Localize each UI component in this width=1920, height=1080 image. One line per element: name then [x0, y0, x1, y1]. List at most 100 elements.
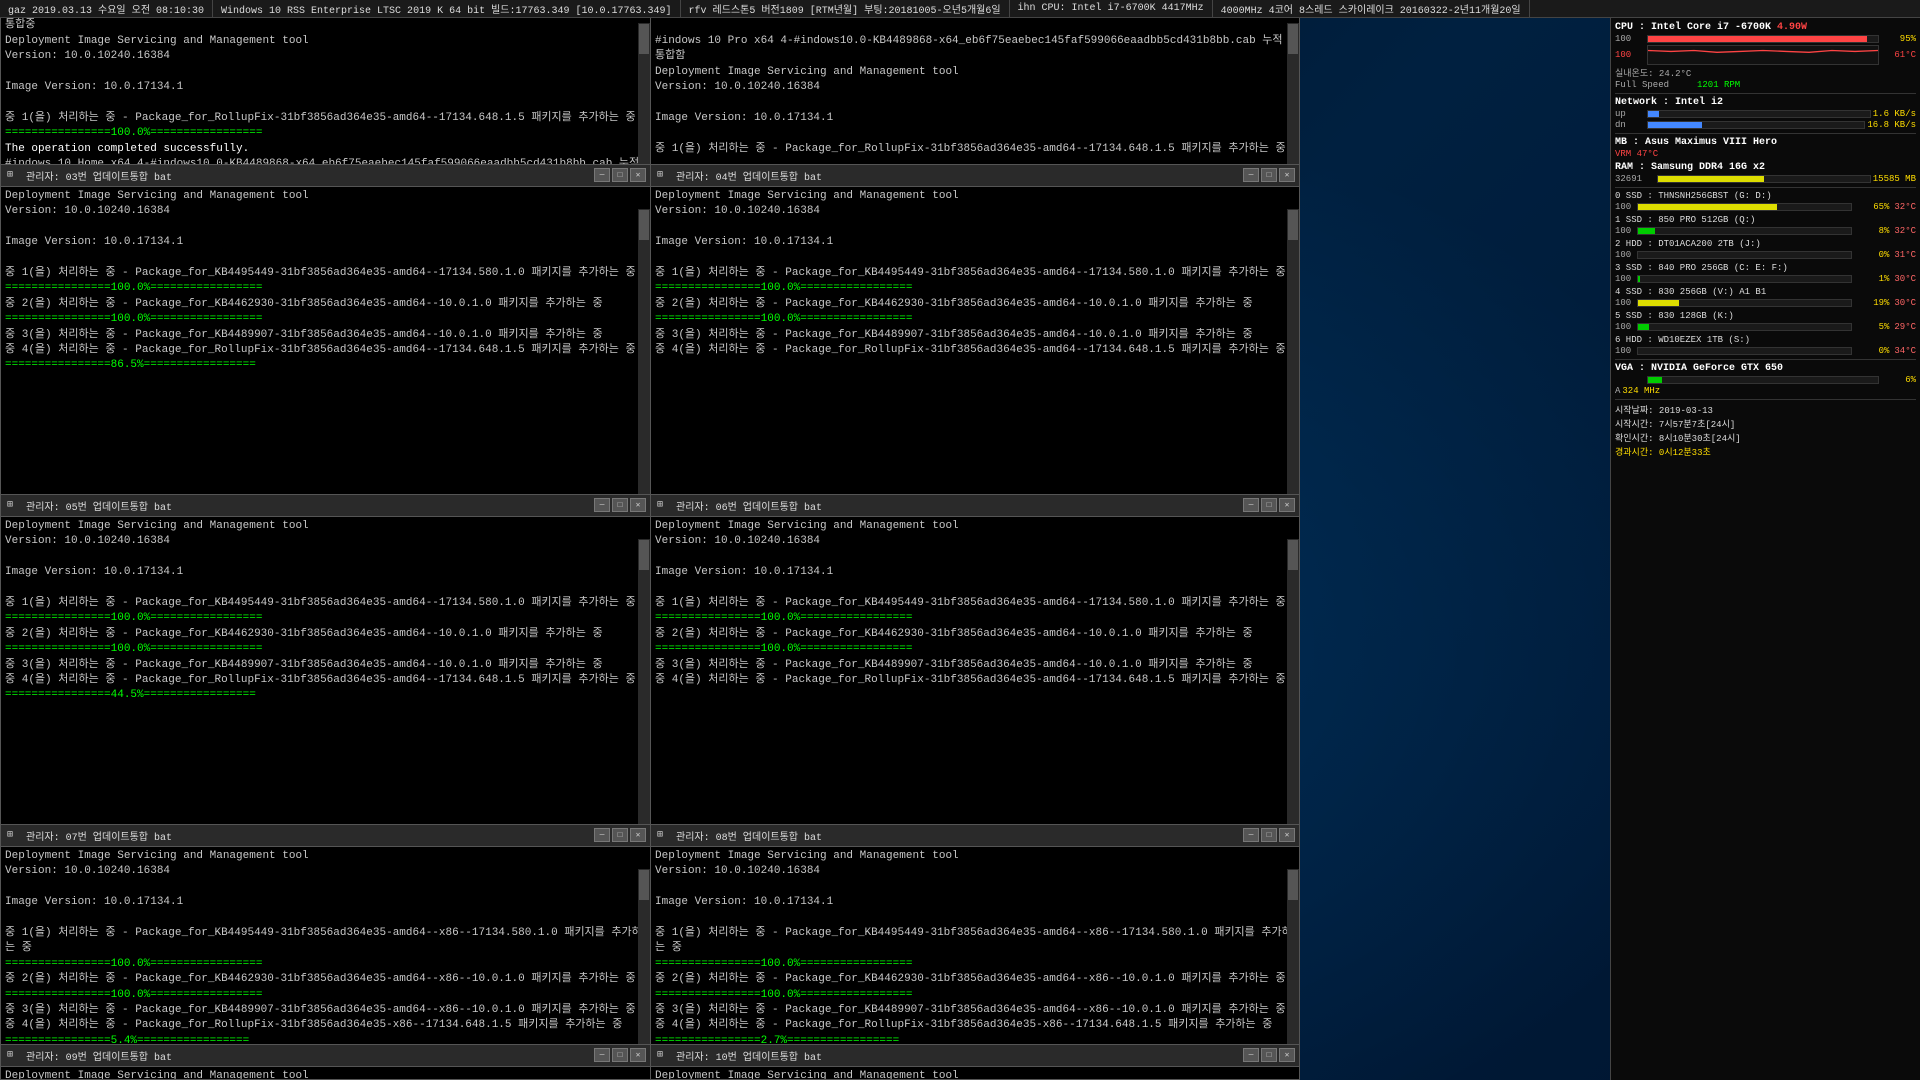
terminal-top-right: The operation completed successfully. #i… — [650, 0, 1300, 165]
close-btn-07[interactable]: ✕ — [630, 828, 646, 842]
net-up-bar — [1648, 111, 1659, 117]
net-down-value: 16.8 KB/s — [1867, 120, 1916, 130]
disk-0-label: 0 SSD : THNSNH256GBST (G: D:) — [1615, 191, 1916, 201]
t07-l6: ================100.0%================= — [5, 957, 646, 972]
maximize-btn-05[interactable]: □ — [612, 498, 628, 512]
scrollbar-05[interactable] — [638, 539, 650, 824]
cpu-temp-label: 100 — [1615, 50, 1645, 60]
disk-4-bar — [1638, 300, 1679, 306]
t07-l2 — [5, 880, 646, 895]
network-section: Network : Intel i2 up 1.6 KB/s dn 16.8 K… — [1615, 97, 1916, 130]
t06-l0: Deployment Image Servicing and Managemen… — [655, 519, 1295, 534]
t08-l8: ================100.0%================= — [655, 988, 1295, 1003]
close-btn-03[interactable]: ✕ — [630, 168, 646, 182]
disk-4-usage: 19% — [1854, 298, 1889, 308]
t07-l10: 중 4(을) 처리하는 중 - Package_for_RollupFix-31… — [5, 1018, 646, 1033]
minimize-btn-06[interactable]: ─ — [1243, 498, 1259, 512]
maximize-btn-08[interactable]: □ — [1261, 828, 1277, 842]
minimize-btn-04[interactable]: ─ — [1243, 168, 1259, 182]
t03-l1: Version: 10.0.10240.16384 — [5, 204, 646, 219]
vrm-row: VRM 47°C — [1615, 149, 1916, 159]
titlebar-03: ⊞ 관리자: 03번 업데이트통합 bat ─ □ ✕ — [1, 165, 650, 187]
disk-3-bar-c — [1637, 275, 1852, 283]
terminal-06: ⊞ 관리자: 06번 업데이트통합 bat ─ □ ✕ Deployment I… — [650, 495, 1300, 825]
term-tr-line1 — [655, 18, 1295, 33]
maximize-btn-03[interactable]: □ — [612, 168, 628, 182]
t08-l1: Version: 10.0.10240.16384 — [655, 864, 1295, 879]
minimize-btn-05[interactable]: ─ — [594, 498, 610, 512]
disk-4-label: 4 SSD : 830 256GB (V:) A1 B1 — [1615, 287, 1916, 297]
minimize-btn-08[interactable]: ─ — [1243, 828, 1259, 842]
t05-l5: 중 1(을) 처리하는 중 - Package_for_KB4495449-31… — [5, 596, 646, 611]
cpu-usage-bar — [1648, 36, 1867, 42]
cpu-usage-row: 100 95% — [1615, 34, 1916, 44]
cmd-icon-10: ⊞ — [657, 1049, 671, 1063]
taskbar-time: gaz 2019.03.13 수요일 오전 08:10:30 — [0, 0, 213, 17]
cpu-usage-value: 95% — [1881, 34, 1916, 44]
disk-5-bar-c — [1637, 323, 1852, 331]
disk-5-bar — [1638, 324, 1649, 330]
close-btn-06[interactable]: ✕ — [1279, 498, 1295, 512]
disk-3-row: 100 1% 30°C — [1615, 274, 1916, 284]
t04-l8: ================100.0%================= — [655, 312, 1295, 327]
close-btn-08[interactable]: ✕ — [1279, 828, 1295, 842]
t04-l9: 중 3(을) 처리하는 중 - Package_for_KB4489907-31… — [655, 328, 1295, 343]
divider-3 — [1615, 187, 1916, 188]
cpu-temp-row: 100 61°C — [1615, 45, 1916, 65]
maximize-btn-04[interactable]: □ — [1261, 168, 1277, 182]
maximize-btn-10[interactable]: □ — [1261, 1048, 1277, 1062]
scrollbar-03[interactable] — [638, 209, 650, 494]
term-tl-line9: #indows 10 Home x64 4-#indows10.0-KB4489… — [5, 157, 646, 164]
t08-l9: 중 3(을) 처리하는 중 - Package_for_KB4489907-31… — [655, 1003, 1295, 1018]
term-tl-line3 — [5, 65, 646, 80]
scrollbar-07[interactable] — [638, 869, 650, 1044]
disk-1-row: 100 8% 32°C — [1615, 226, 1916, 236]
minimize-btn-09[interactable]: ─ — [594, 1048, 610, 1062]
titlebar-buttons-09: ─ □ ✕ — [594, 1048, 646, 1062]
disk-2-temp: 31°C — [1894, 250, 1916, 260]
terminal-06-content: Deployment Image Servicing and Managemen… — [651, 517, 1299, 824]
minimize-btn-10[interactable]: ─ — [1243, 1048, 1259, 1062]
t08-l7: 중 2(을) 처리하는 중 - Package_for_KB4462930-31… — [655, 972, 1295, 987]
titlebar-buttons-07: ─ □ ✕ — [594, 828, 646, 842]
t08-l5: 중 1(을) 처리하는 중 - Package_for_KB4495449-31… — [655, 926, 1295, 957]
terminal-04-content: Deployment Image Servicing and Managemen… — [651, 187, 1299, 494]
close-btn-05[interactable]: ✕ — [630, 498, 646, 512]
maximize-btn-06[interactable]: □ — [1261, 498, 1277, 512]
t09-l0: Deployment Image Servicing and Managemen… — [5, 1069, 646, 1079]
close-btn-09[interactable]: ✕ — [630, 1048, 646, 1062]
taskbar-os: Windows 10 RSS Enterprise LTSC 2019 K 64… — [213, 0, 680, 17]
t07-l4 — [5, 911, 646, 926]
disk-4: 4 SSD : 830 256GB (V:) A1 B1 100 19% 30°… — [1615, 287, 1916, 308]
net-down-bar-container — [1647, 121, 1865, 129]
scrollbar-08[interactable] — [1287, 869, 1299, 1044]
t04-l2 — [655, 220, 1295, 235]
scrollbar-06[interactable] — [1287, 539, 1299, 824]
scrollbar-top-right[interactable] — [1287, 23, 1299, 164]
disk-1-temp: 32°C — [1894, 226, 1916, 236]
taskbar: gaz 2019.03.13 수요일 오전 08:10:30 Windows 1… — [0, 0, 1920, 18]
t05-l4 — [5, 581, 646, 596]
terminal-09: ⊞ 관리자: 09번 업데이트통합 bat ─ □ ✕ Deployment I… — [0, 1045, 650, 1080]
disk-3-temp: 30°C — [1894, 274, 1916, 284]
t05-l3: Image Version: 10.0.17134.1 — [5, 565, 646, 580]
ram-used-label: 32691 — [1615, 174, 1655, 184]
disk-0-usage: 65% — [1854, 202, 1889, 212]
close-btn-04[interactable]: ✕ — [1279, 168, 1295, 182]
scrollbar-04[interactable] — [1287, 209, 1299, 494]
minimize-btn-03[interactable]: ─ — [594, 168, 610, 182]
term-tl-line5 — [5, 95, 646, 110]
maximize-btn-07[interactable]: □ — [612, 828, 628, 842]
scrollbar-top-left[interactable] — [638, 23, 650, 164]
taskbar-cpu: ihn CPU: Intel i7-6700K 4417MHz — [1010, 0, 1213, 17]
titlebar-09-text: 관리자: 09번 업데이트통합 bat — [26, 1048, 644, 1064]
disk-6: 6 HDD : WD10EZEX 1TB (S:) 100 0% 34°C — [1615, 335, 1916, 356]
titlebar-buttons-06: ─ □ ✕ — [1243, 498, 1295, 512]
disk-4-row: 100 19% 30°C — [1615, 298, 1916, 308]
cpu-ambient-label: 실내온도: 24.2°C — [1615, 66, 1691, 79]
disk-3-pct: 100 — [1615, 274, 1635, 284]
terminal-top-right-content: The operation completed successfully. #i… — [651, 1, 1299, 164]
close-btn-10[interactable]: ✕ — [1279, 1048, 1295, 1062]
maximize-btn-09[interactable]: □ — [612, 1048, 628, 1062]
minimize-btn-07[interactable]: ─ — [594, 828, 610, 842]
